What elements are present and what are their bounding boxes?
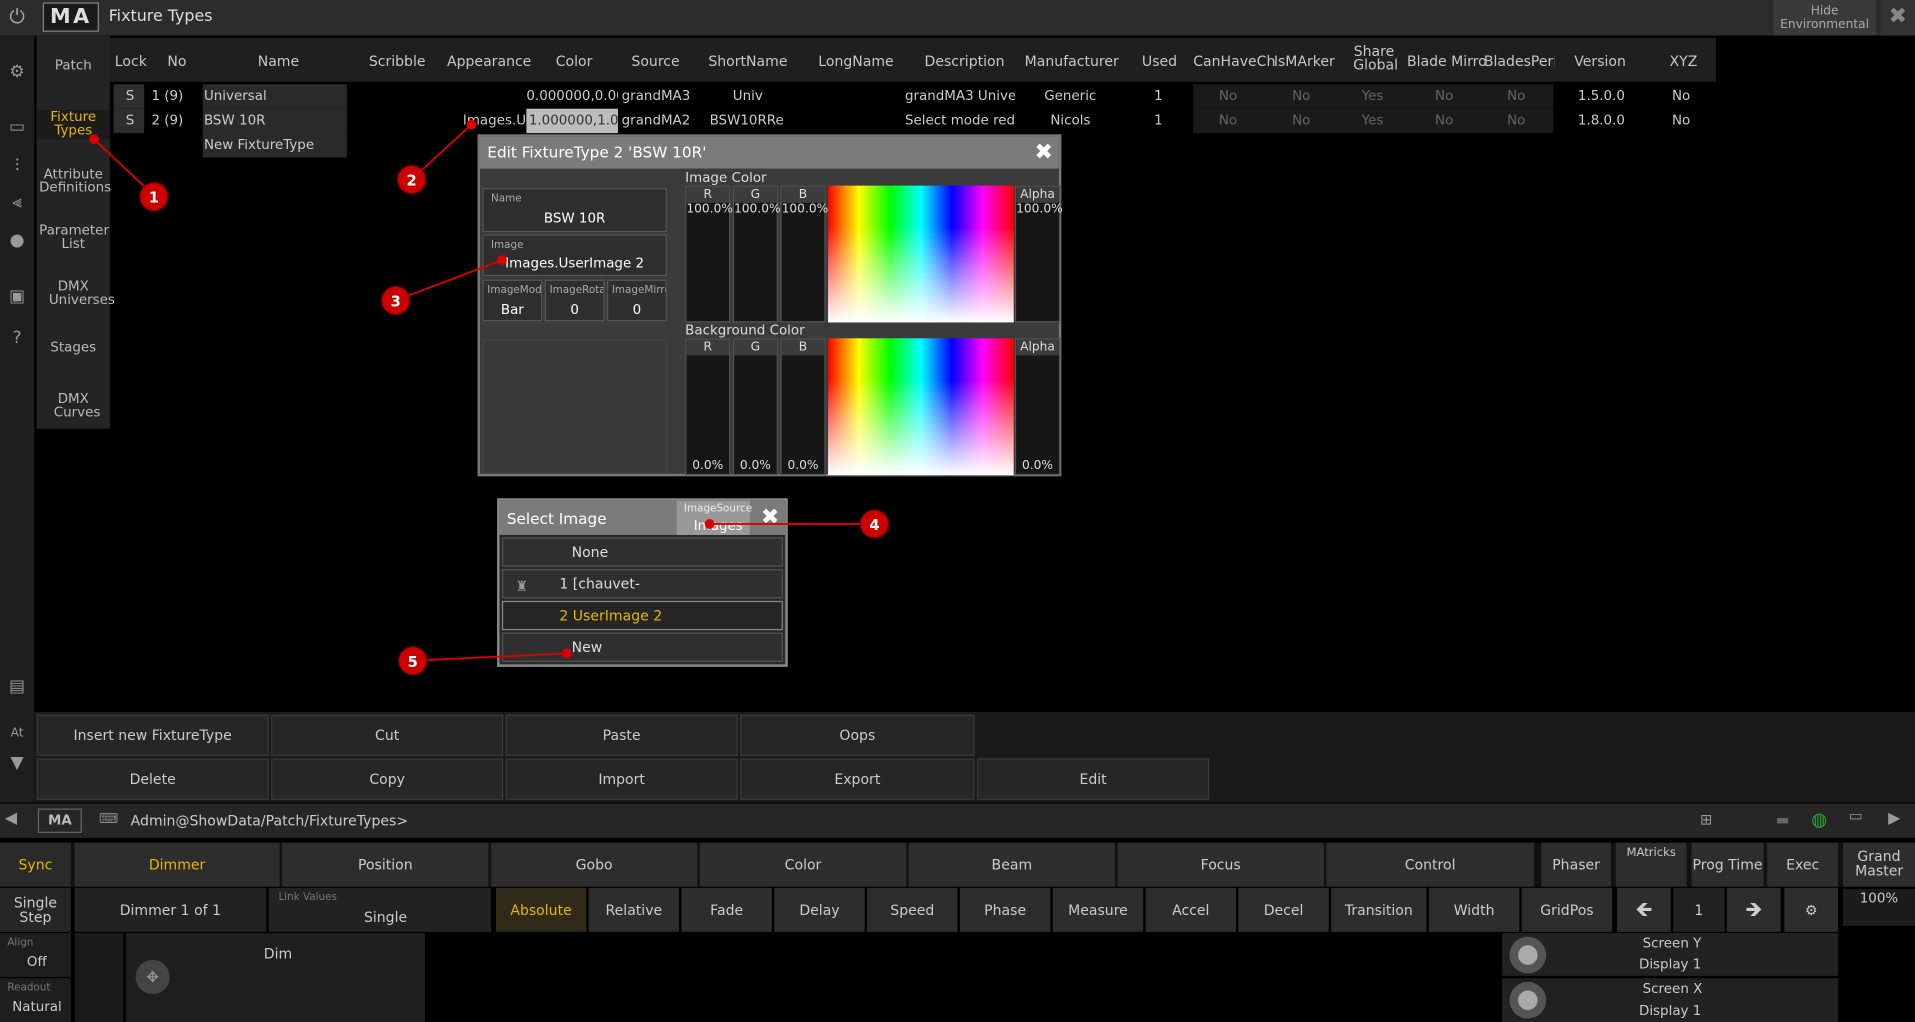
callout-dot — [704, 519, 715, 529]
readout-label: Readout — [7, 981, 51, 995]
cut-button[interactable]: Cut — [271, 714, 504, 756]
callout-dot — [561, 648, 572, 659]
mode-fade[interactable]: Fade — [681, 887, 772, 932]
mode-accel[interactable]: Accel — [1145, 887, 1236, 932]
mode-gridpos[interactable]: GridPos — [1521, 887, 1613, 932]
encoder-knob-icon[interactable]: ✥ — [135, 959, 170, 995]
callout-marker-1: 1 — [139, 181, 169, 212]
dim-encoder[interactable]: Dim ✥ — [125, 933, 426, 1022]
tab-focus[interactable]: Focus — [1117, 842, 1324, 887]
mode-relative[interactable]: Relative — [588, 887, 680, 932]
align-selector[interactable]: Align Off — [0, 933, 71, 978]
phaser-button[interactable]: Phaser — [1541, 842, 1611, 887]
mode-measure[interactable]: Measure — [1052, 887, 1144, 932]
tab-beam[interactable]: Beam — [908, 842, 1116, 887]
page-next-icon[interactable]: 🡺 — [1726, 887, 1781, 932]
mode-delay[interactable]: Delay — [774, 887, 865, 932]
screen-y-encoder[interactable]: Screen Y Display 1 — [1502, 933, 1839, 976]
insert-new-fixturetype-button[interactable]: Insert new FixtureType — [36, 714, 269, 756]
grand-master-value[interactable]: 100% — [1842, 889, 1915, 926]
shortcuts-icon[interactable]: ▭ — [1849, 807, 1863, 824]
tab-gobo[interactable]: Gobo — [490, 842, 698, 887]
screen-x-encoder[interactable]: Screen X Display 1 — [1502, 978, 1839, 1022]
arrow-left-icon[interactable]: ◀ — [5, 810, 17, 828]
encoder-settings-icon[interactable]: ⚙ — [1784, 887, 1839, 932]
mode-width[interactable]: Width — [1428, 887, 1520, 932]
dimmer-page-label[interactable]: Dimmer 1 of 1 — [74, 887, 267, 932]
grand-master-label[interactable]: Grand Master — [1842, 842, 1915, 887]
tab-color[interactable]: Color — [699, 842, 907, 887]
ma-logo-small: MA — [37, 808, 82, 833]
tab-control[interactable]: Control — [1326, 842, 1534, 887]
tab-position[interactable]: Position — [282, 842, 489, 887]
callout-marker-5: 5 — [398, 646, 428, 676]
single-step-button[interactable]: Single Step — [0, 887, 71, 932]
link-values-selector[interactable]: Link Values Single — [268, 887, 491, 932]
screen-x-value: Display 1 — [1638, 1002, 1702, 1019]
copy-button[interactable]: Copy — [271, 758, 504, 800]
readout-value: Natural — [12, 999, 62, 1015]
oops-button[interactable]: Oops — [740, 714, 975, 756]
screen-x-label: Screen X — [1642, 980, 1703, 997]
tab-dimmer[interactable]: Dimmer — [74, 842, 280, 887]
readout-selector[interactable]: Readout Natural — [0, 978, 71, 1022]
screen-y-label: Screen Y — [1642, 935, 1702, 952]
encoder-spacer — [74, 933, 124, 1022]
screen-y-value: Display 1 — [1638, 956, 1702, 973]
link-values-value: Single — [363, 908, 408, 926]
exec-time-button[interactable]: Exec Time — [1767, 842, 1839, 917]
callout-marker-2: 2 — [396, 164, 427, 195]
callout-dot — [89, 134, 99, 145]
prog-time-button[interactable]: Prog Time — [1691, 842, 1764, 887]
import-button[interactable]: Import — [505, 758, 738, 800]
command-line-input[interactable]: Admin@ShowData/Patch/FixtureTypes> — [131, 812, 408, 829]
mode-phase[interactable]: Phase — [959, 887, 1051, 932]
edit-button[interactable]: Edit — [977, 758, 1210, 800]
export-button[interactable]: Export — [740, 758, 975, 800]
matricks-button[interactable]: MAtricks — [1615, 842, 1687, 887]
page-prev-icon[interactable]: 🡸 — [1617, 887, 1671, 932]
mode-decel[interactable]: Decel — [1238, 887, 1329, 932]
callout-dot — [466, 119, 477, 130]
link-values-label: Link Values — [278, 891, 337, 904]
callout-marker-3: 3 — [381, 285, 411, 316]
mode-transition[interactable]: Transition — [1331, 887, 1427, 932]
align-value: Off — [26, 953, 47, 970]
arrow-right-icon[interactable]: ▶ — [1888, 810, 1900, 828]
page-number[interactable]: 1 — [1673, 887, 1725, 932]
delete-button[interactable]: Delete — [36, 758, 269, 800]
mode-absolute[interactable]: Absolute — [495, 887, 587, 932]
dim-label: Dim — [263, 945, 293, 963]
globe-icon[interactable]: ◍ — [1811, 809, 1827, 831]
encoder-knob-icon[interactable] — [1509, 936, 1547, 974]
keyboard-icon[interactable]: ⌨ — [99, 811, 118, 827]
mode-speed[interactable]: Speed — [867, 887, 958, 932]
callout-dot — [497, 255, 507, 266]
paste-button[interactable]: Paste — [505, 714, 738, 756]
encoder-knob-icon[interactable] — [1509, 981, 1547, 1019]
screen-icon[interactable]: ▬ — [1776, 811, 1790, 828]
network-icon[interactable]: ⊞ — [1700, 811, 1712, 828]
sync-button[interactable]: Sync — [0, 842, 71, 887]
callout-marker-4: 4 — [859, 509, 890, 539]
align-label: Align — [7, 936, 34, 949]
